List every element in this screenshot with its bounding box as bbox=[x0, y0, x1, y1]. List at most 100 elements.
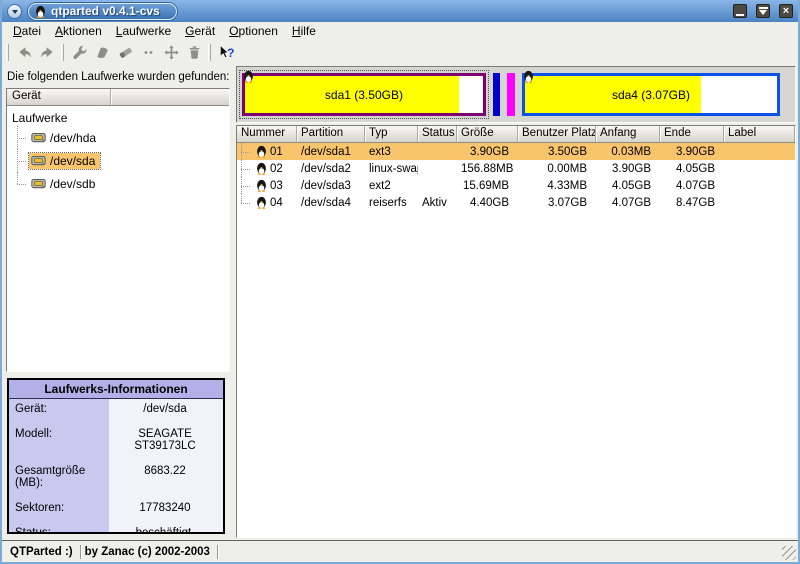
menu-laufwerke[interactable]: Laufwerke bbox=[109, 23, 178, 39]
menu-hilfe[interactable]: Hilfe bbox=[285, 23, 323, 39]
info-value-ger-t: /dev/sda bbox=[109, 399, 223, 424]
cell-gr-e: 3.90GB bbox=[457, 146, 518, 158]
tree-branch bbox=[241, 194, 253, 211]
property-icon bbox=[71, 44, 88, 61]
undo-icon bbox=[16, 44, 33, 61]
tree-branch bbox=[241, 177, 253, 194]
toolbar-grip[interactable] bbox=[6, 44, 9, 61]
disk-icon bbox=[31, 177, 46, 190]
row-number-cell: 04 bbox=[237, 194, 297, 211]
cell-benutzer-platz: 3.07GB bbox=[518, 197, 596, 209]
partition-bar-sda1[interactable]: sda1 (3.50GB) bbox=[242, 73, 486, 116]
row-number: 04 bbox=[270, 197, 283, 209]
toolbar-grip[interactable] bbox=[208, 44, 211, 61]
menu-optionen[interactable]: Optionen bbox=[222, 23, 285, 39]
device-label: /dev/sda bbox=[50, 154, 95, 168]
titlebar: qtparted v0.4.1-cvs × bbox=[2, 0, 798, 22]
eraser-button[interactable] bbox=[114, 41, 137, 63]
move-button[interactable] bbox=[160, 41, 183, 63]
delete-button[interactable] bbox=[183, 41, 206, 63]
disk-icon bbox=[31, 131, 46, 144]
info-label-gesamtgr-e-mb: Gesamtgröße (MB): bbox=[9, 461, 109, 498]
tree-row-sda: /dev/sda bbox=[10, 149, 229, 172]
close-button[interactable]: × bbox=[779, 4, 793, 18]
found-drives-label: Die folgenden Laufwerke wurden gefunden: bbox=[6, 66, 230, 88]
device-label: /dev/hda bbox=[50, 131, 96, 145]
info-value-status: beschäftigt. bbox=[109, 523, 223, 534]
delete-icon bbox=[186, 44, 203, 61]
device-label: /dev/sdb bbox=[50, 177, 95, 191]
partition-bar-sda3[interactable] bbox=[507, 73, 515, 116]
status-item-0: QTParted :) bbox=[6, 546, 80, 558]
menu-datei[interactable]: Datei bbox=[6, 23, 48, 39]
shade-icon bbox=[759, 7, 768, 16]
cell-ende: 8.47GB bbox=[660, 197, 724, 209]
column-header-label[interactable]: Label bbox=[724, 126, 795, 142]
partition-rect bbox=[507, 73, 515, 116]
partition-table: NummerPartitionTypStatusGrößeBenutzer Pl… bbox=[236, 125, 796, 538]
info-label-ger-t: Gerät: bbox=[9, 399, 109, 424]
size-grip[interactable] bbox=[782, 546, 796, 560]
window-menu-button[interactable] bbox=[7, 4, 22, 19]
column-header-status[interactable]: Status bbox=[418, 126, 457, 142]
column-header-anfang[interactable]: Anfang bbox=[596, 126, 660, 142]
left-panel: Die folgenden Laufwerke wurden gefunden:… bbox=[4, 66, 230, 538]
menu-ger-t[interactable]: Gerät bbox=[178, 23, 222, 39]
partition-row-sda2[interactable]: 02/dev/sda2linux-swap156.88MB0.00MB3.90G… bbox=[237, 160, 795, 177]
tux-icon bbox=[523, 70, 534, 83]
info-grid: Gerät:/dev/sdaModell:SEAGATE ST39173LCGe… bbox=[9, 399, 223, 534]
title-pill[interactable]: qtparted v0.4.1-cvs bbox=[28, 3, 177, 20]
row-number: 01 bbox=[270, 146, 283, 158]
partition-row-sda4[interactable]: 04/dev/sda4reiserfsAktiv4.40GB3.07GB4.07… bbox=[237, 194, 795, 211]
row-number-cell: 01 bbox=[237, 143, 297, 160]
column-header-partition[interactable]: Partition bbox=[297, 126, 365, 142]
content: Die folgenden Laufwerke wurden gefunden:… bbox=[2, 64, 798, 538]
cell-anfang: 0.03MB bbox=[596, 146, 660, 158]
toolbar-grip[interactable] bbox=[61, 44, 64, 61]
cell-partition: /dev/sda2 bbox=[297, 163, 365, 175]
device-item-hda[interactable]: /dev/hda bbox=[29, 130, 101, 146]
info-value-modell: SEAGATE ST39173LC bbox=[109, 424, 223, 461]
format-button[interactable] bbox=[91, 41, 114, 63]
column-header-nummer[interactable]: Nummer bbox=[237, 126, 297, 142]
column-header-gr-e[interactable]: Größe bbox=[457, 126, 518, 142]
resize-button[interactable] bbox=[137, 41, 160, 63]
info-value-gesamtgr-e-mb: 8683.22 bbox=[109, 461, 223, 498]
cell-typ: ext2 bbox=[365, 180, 418, 192]
shade-button[interactable] bbox=[756, 4, 770, 18]
tree-row-sdb: /dev/sdb bbox=[10, 172, 229, 195]
cell-gr-e: 15.69MB bbox=[457, 180, 518, 192]
device-item-sdb[interactable]: /dev/sdb bbox=[29, 176, 100, 192]
cell-benutzer-platz: 4.33MB bbox=[518, 180, 596, 192]
undo-button[interactable] bbox=[13, 41, 36, 63]
cell-ende: 4.07GB bbox=[660, 180, 724, 192]
partition-bar-sda2[interactable] bbox=[493, 73, 500, 116]
row-number-cell: 03 bbox=[237, 177, 297, 194]
cell-partition: /dev/sda4 bbox=[297, 197, 365, 209]
whats-this-button[interactable]: ? bbox=[215, 41, 238, 63]
minimize-button[interactable] bbox=[733, 4, 747, 18]
menubar: DateiAktionenLaufwerkeGerätOptionenHilfe bbox=[2, 22, 798, 40]
partition-row-sda1[interactable]: 01/dev/sda1ext33.90GB3.50GB0.03MB3.90GB bbox=[237, 143, 795, 160]
info-label-modell: Modell: bbox=[9, 424, 109, 461]
column-header-benutzer-platz[interactable]: Benutzer Platz bbox=[518, 126, 596, 142]
device-item-sda[interactable]: /dev/sda bbox=[29, 153, 100, 169]
column-header-typ[interactable]: Typ bbox=[365, 126, 418, 142]
property-button[interactable] bbox=[68, 41, 91, 63]
status-separator bbox=[217, 545, 218, 559]
partition-row-sda3[interactable]: 03/dev/sda3ext215.69MB4.33MB4.05GB4.07GB bbox=[237, 177, 795, 194]
table-header: NummerPartitionTypStatusGrößeBenutzer Pl… bbox=[237, 126, 795, 143]
tree-branch bbox=[17, 172, 29, 195]
column-header-ende[interactable]: Ende bbox=[660, 126, 724, 142]
tree-root-laufwerke[interactable]: Laufwerke bbox=[10, 109, 229, 126]
table-body: 01/dev/sda1ext33.90GB3.50GB0.03MB3.90GB0… bbox=[237, 143, 795, 211]
menu-aktionen[interactable]: Aktionen bbox=[48, 23, 109, 39]
qtparted-window: qtparted v0.4.1-cvs × DateiAktionenLaufw… bbox=[0, 0, 800, 564]
eraser-icon bbox=[117, 44, 134, 61]
minimize-icon bbox=[736, 14, 744, 16]
column-header-geraet[interactable]: Gerät bbox=[7, 89, 111, 105]
redo-button[interactable] bbox=[36, 41, 59, 63]
partition-bar-label: sda4 (3.07GB) bbox=[522, 73, 781, 116]
partition-bar-sda4[interactable]: sda4 (3.07GB) bbox=[522, 73, 781, 116]
cell-benutzer-platz: 0.00MB bbox=[518, 163, 596, 175]
